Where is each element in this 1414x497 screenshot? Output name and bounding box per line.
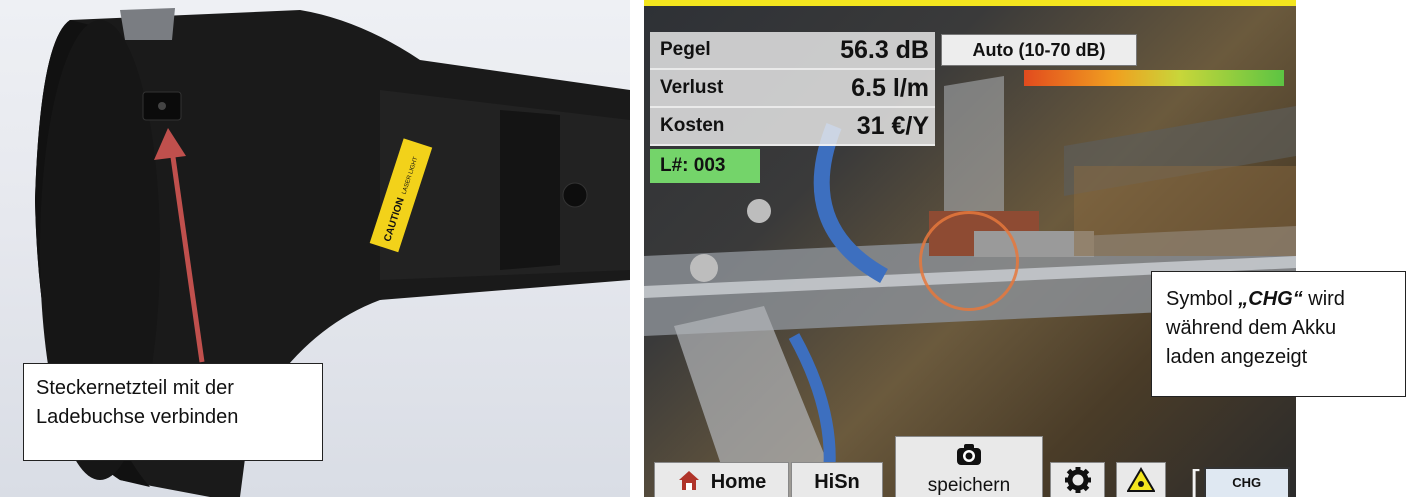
home-button-label: Home: [710, 471, 767, 493]
readout-kosten: Kosten 31 €/Y: [650, 108, 935, 146]
camera-icon: [955, 443, 983, 473]
laser-warning-icon: [1126, 467, 1156, 497]
home-icon: [677, 469, 701, 497]
home-button[interactable]: Home: [654, 462, 789, 497]
chg-label: CHG: [1232, 475, 1262, 490]
readout-verlust: Verlust 6.5 l/m: [650, 70, 935, 108]
bottom-toolbar: Home HiSn speichern [ CHG: [644, 434, 1296, 497]
readout-value: 31 €/Y: [856, 111, 929, 140]
callout-right-before: Symbol: [1166, 288, 1239, 310]
save-button[interactable]: speichern: [895, 436, 1043, 497]
callout-chg-explanation: Symbol „CHG“ wird während dem Akku laden…: [1151, 271, 1406, 397]
save-button-label: speichern: [927, 474, 1011, 496]
readout-label: Pegel: [660, 39, 711, 60]
leak-number-badge[interactable]: L#: 003: [650, 149, 760, 183]
laser-button[interactable]: [1116, 462, 1166, 497]
measurement-readouts: Pegel 56.3 dB Verlust 6.5 l/m Kosten 31 …: [650, 32, 935, 146]
sound-target-circle: [919, 211, 1019, 311]
settings-button[interactable]: [1050, 462, 1105, 497]
battery-charging-indicator: [ CHG: [1186, 462, 1294, 497]
callout-line-2: Ladebuchse verbinden: [36, 406, 239, 428]
callout-right-line-1: Symbol „CHG“ wird: [1166, 285, 1391, 314]
readout-value: 56.3 dB: [840, 35, 929, 64]
hisn-button[interactable]: HiSn: [791, 462, 883, 497]
readout-pegel: Pegel 56.3 dB: [650, 32, 935, 70]
gear-icon: [1064, 466, 1092, 497]
callout-right-highlight: „CHG“: [1238, 288, 1303, 310]
battery-icon: CHG: [1203, 466, 1290, 497]
level-color-scale: [1024, 70, 1284, 86]
range-mode-button[interactable]: Auto (10-70 dB): [941, 34, 1137, 66]
device-screen: Pegel 56.3 dB Verlust 6.5 l/m Kosten 31 …: [644, 0, 1296, 497]
callout-right-after: wird: [1302, 288, 1345, 310]
callout-right-line-3: laden angezeigt: [1166, 346, 1308, 368]
readout-label: Kosten: [660, 115, 725, 136]
device-photo: CAUTION LASER LIGHT Steckernetzteil mit …: [0, 0, 630, 497]
readout-value: 6.5 l/m: [851, 73, 929, 102]
callout-line-1: Steckernetzteil mit der: [36, 377, 234, 399]
callout-charging-instruction: Steckernetzteil mit der Ladebuchse verbi…: [23, 363, 323, 461]
callout-right-line-2: während dem Akku: [1166, 317, 1337, 339]
readout-label: Verlust: [660, 77, 724, 98]
bracket-glyph: [: [1190, 463, 1200, 497]
